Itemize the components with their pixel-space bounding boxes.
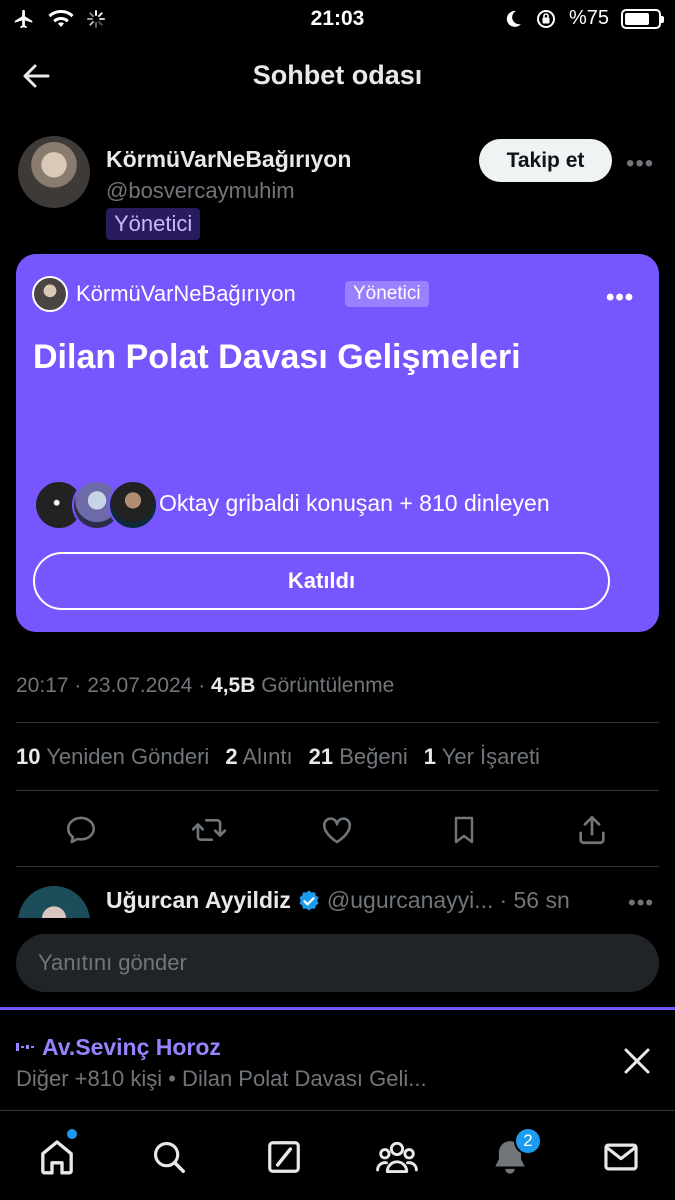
- meta-separator: ·: [198, 674, 206, 697]
- post-more-icon[interactable]: •••: [626, 150, 654, 178]
- participant-avatar: [108, 480, 158, 530]
- space-participant-avatars: [34, 480, 158, 530]
- search-icon: [153, 1141, 185, 1173]
- stat-label: Yeniden Gönderi: [46, 744, 210, 769]
- home-icon: [41, 1140, 73, 1175]
- reply-more-icon[interactable]: •••: [628, 890, 654, 916]
- reply-author-name[interactable]: Uğurcan Ayyildiz: [106, 887, 291, 914]
- tab-messages[interactable]: [599, 1135, 643, 1179]
- stat-count: 1: [423, 744, 436, 769]
- post-stats: 10 Yeniden Gönderi 2 Alıntı 21 Beğeni 1 …: [16, 744, 540, 770]
- divider: [16, 866, 659, 867]
- reply-author-handle[interactable]: @ugurcanayyi...: [327, 887, 494, 914]
- communities-icon: [376, 1141, 418, 1173]
- stat-likes[interactable]: 21 Beğeni: [309, 744, 408, 770]
- post-meta: 20:17 · 23.07.2024 · 4,5B Görüntülenme: [16, 674, 394, 698]
- now-playing-bar[interactable]: Av.Sevinç Horoz Diğer +810 kişi • Dilan …: [0, 1010, 675, 1110]
- space-listeners-text: Oktay gribaldi konuşan + 810 dinleyen: [159, 490, 550, 516]
- author-name[interactable]: KörmüVarNeBağırıyon: [106, 146, 351, 173]
- stat-reposts[interactable]: 10 Yeniden Gönderi: [16, 744, 209, 770]
- orientation-lock-icon: [536, 9, 555, 28]
- divider: [16, 722, 659, 723]
- bookmark-icon[interactable]: [444, 808, 484, 852]
- reply-input[interactable]: [16, 934, 659, 992]
- page-title: Sohbet odası: [252, 60, 423, 90]
- space-card[interactable]: KörmüVarNeBağırıyon Yönetici ••• Dilan P…: [16, 254, 659, 632]
- status-bar: 21:03 %75: [0, 0, 675, 38]
- space-more-icon[interactable]: •••: [606, 284, 634, 312]
- tab-search[interactable]: [147, 1135, 191, 1179]
- reply-header: Uğurcan Ayyildiz @ugurcanayyi... · 56 sn: [106, 887, 570, 914]
- stat-label: Alıntı: [242, 744, 293, 769]
- battery-percent: %75: [568, 7, 609, 29]
- now-playing-speaker: Av.Sevinç Horoz: [42, 1034, 221, 1060]
- stat-count: 10: [16, 744, 41, 769]
- moon-icon: [506, 10, 521, 27]
- notifications-badge: 2: [514, 1127, 542, 1155]
- meta-separator: ·: [74, 674, 82, 697]
- follow-button[interactable]: Takip et: [479, 139, 612, 182]
- space-host-name: KörmüVarNeBağırıyon: [76, 281, 296, 306]
- space-title: Dilan Polat Davası Gelişmeleri: [33, 338, 521, 376]
- close-icon[interactable]: [620, 1044, 654, 1078]
- space-host-avatar: [32, 276, 68, 312]
- status-right: %75: [503, 7, 664, 30]
- joined-button[interactable]: Katıldı: [33, 552, 610, 610]
- repost-icon[interactable]: [189, 808, 229, 852]
- space-host-role-badge: Yönetici: [345, 281, 429, 307]
- author-handle[interactable]: @bosvercaymuhim: [106, 178, 295, 204]
- stat-label: Beğeni: [339, 744, 408, 769]
- reply-time: · 56 sn: [499, 887, 570, 913]
- stat-quotes[interactable]: 2 Alıntı: [225, 744, 292, 770]
- like-icon[interactable]: [317, 808, 357, 852]
- tab-communities[interactable]: [375, 1135, 419, 1179]
- post-time: 20:17: [16, 674, 69, 697]
- battery-icon: [621, 8, 664, 29]
- stat-bookmarks[interactable]: 1 Yer İşareti: [424, 744, 540, 770]
- post-date: 23.07.2024: [87, 674, 193, 697]
- divider: [16, 790, 659, 791]
- views-count: 4,5B: [211, 674, 256, 697]
- stat-count: 2: [225, 744, 238, 769]
- author-avatar[interactable]: [18, 136, 90, 208]
- views-label: Görüntülenme: [261, 674, 395, 697]
- home-unread-dot: [67, 1129, 77, 1139]
- stat-count: 21: [308, 744, 334, 769]
- verified-badge-icon: [299, 890, 319, 910]
- grok-icon: [268, 1141, 300, 1173]
- reply-icon[interactable]: [61, 808, 101, 852]
- stat-label: Yer İşareti: [441, 744, 540, 769]
- tab-notifications[interactable]: 2: [488, 1127, 542, 1179]
- post-actions: [0, 808, 675, 852]
- now-playing-subtitle: Diğer +810 kişi • Dilan Polat Davası Gel…: [16, 1066, 427, 1091]
- tab-bar: 2: [0, 1110, 675, 1200]
- tab-grok[interactable]: [262, 1135, 306, 1179]
- tab-home[interactable]: [35, 1129, 79, 1179]
- share-icon[interactable]: [572, 808, 612, 852]
- audio-bars-icon: [16, 1043, 34, 1051]
- author-role-badge: Yönetici: [106, 208, 201, 240]
- header: Sohbet odası: [0, 38, 675, 116]
- messages-icon: [604, 1143, 638, 1171]
